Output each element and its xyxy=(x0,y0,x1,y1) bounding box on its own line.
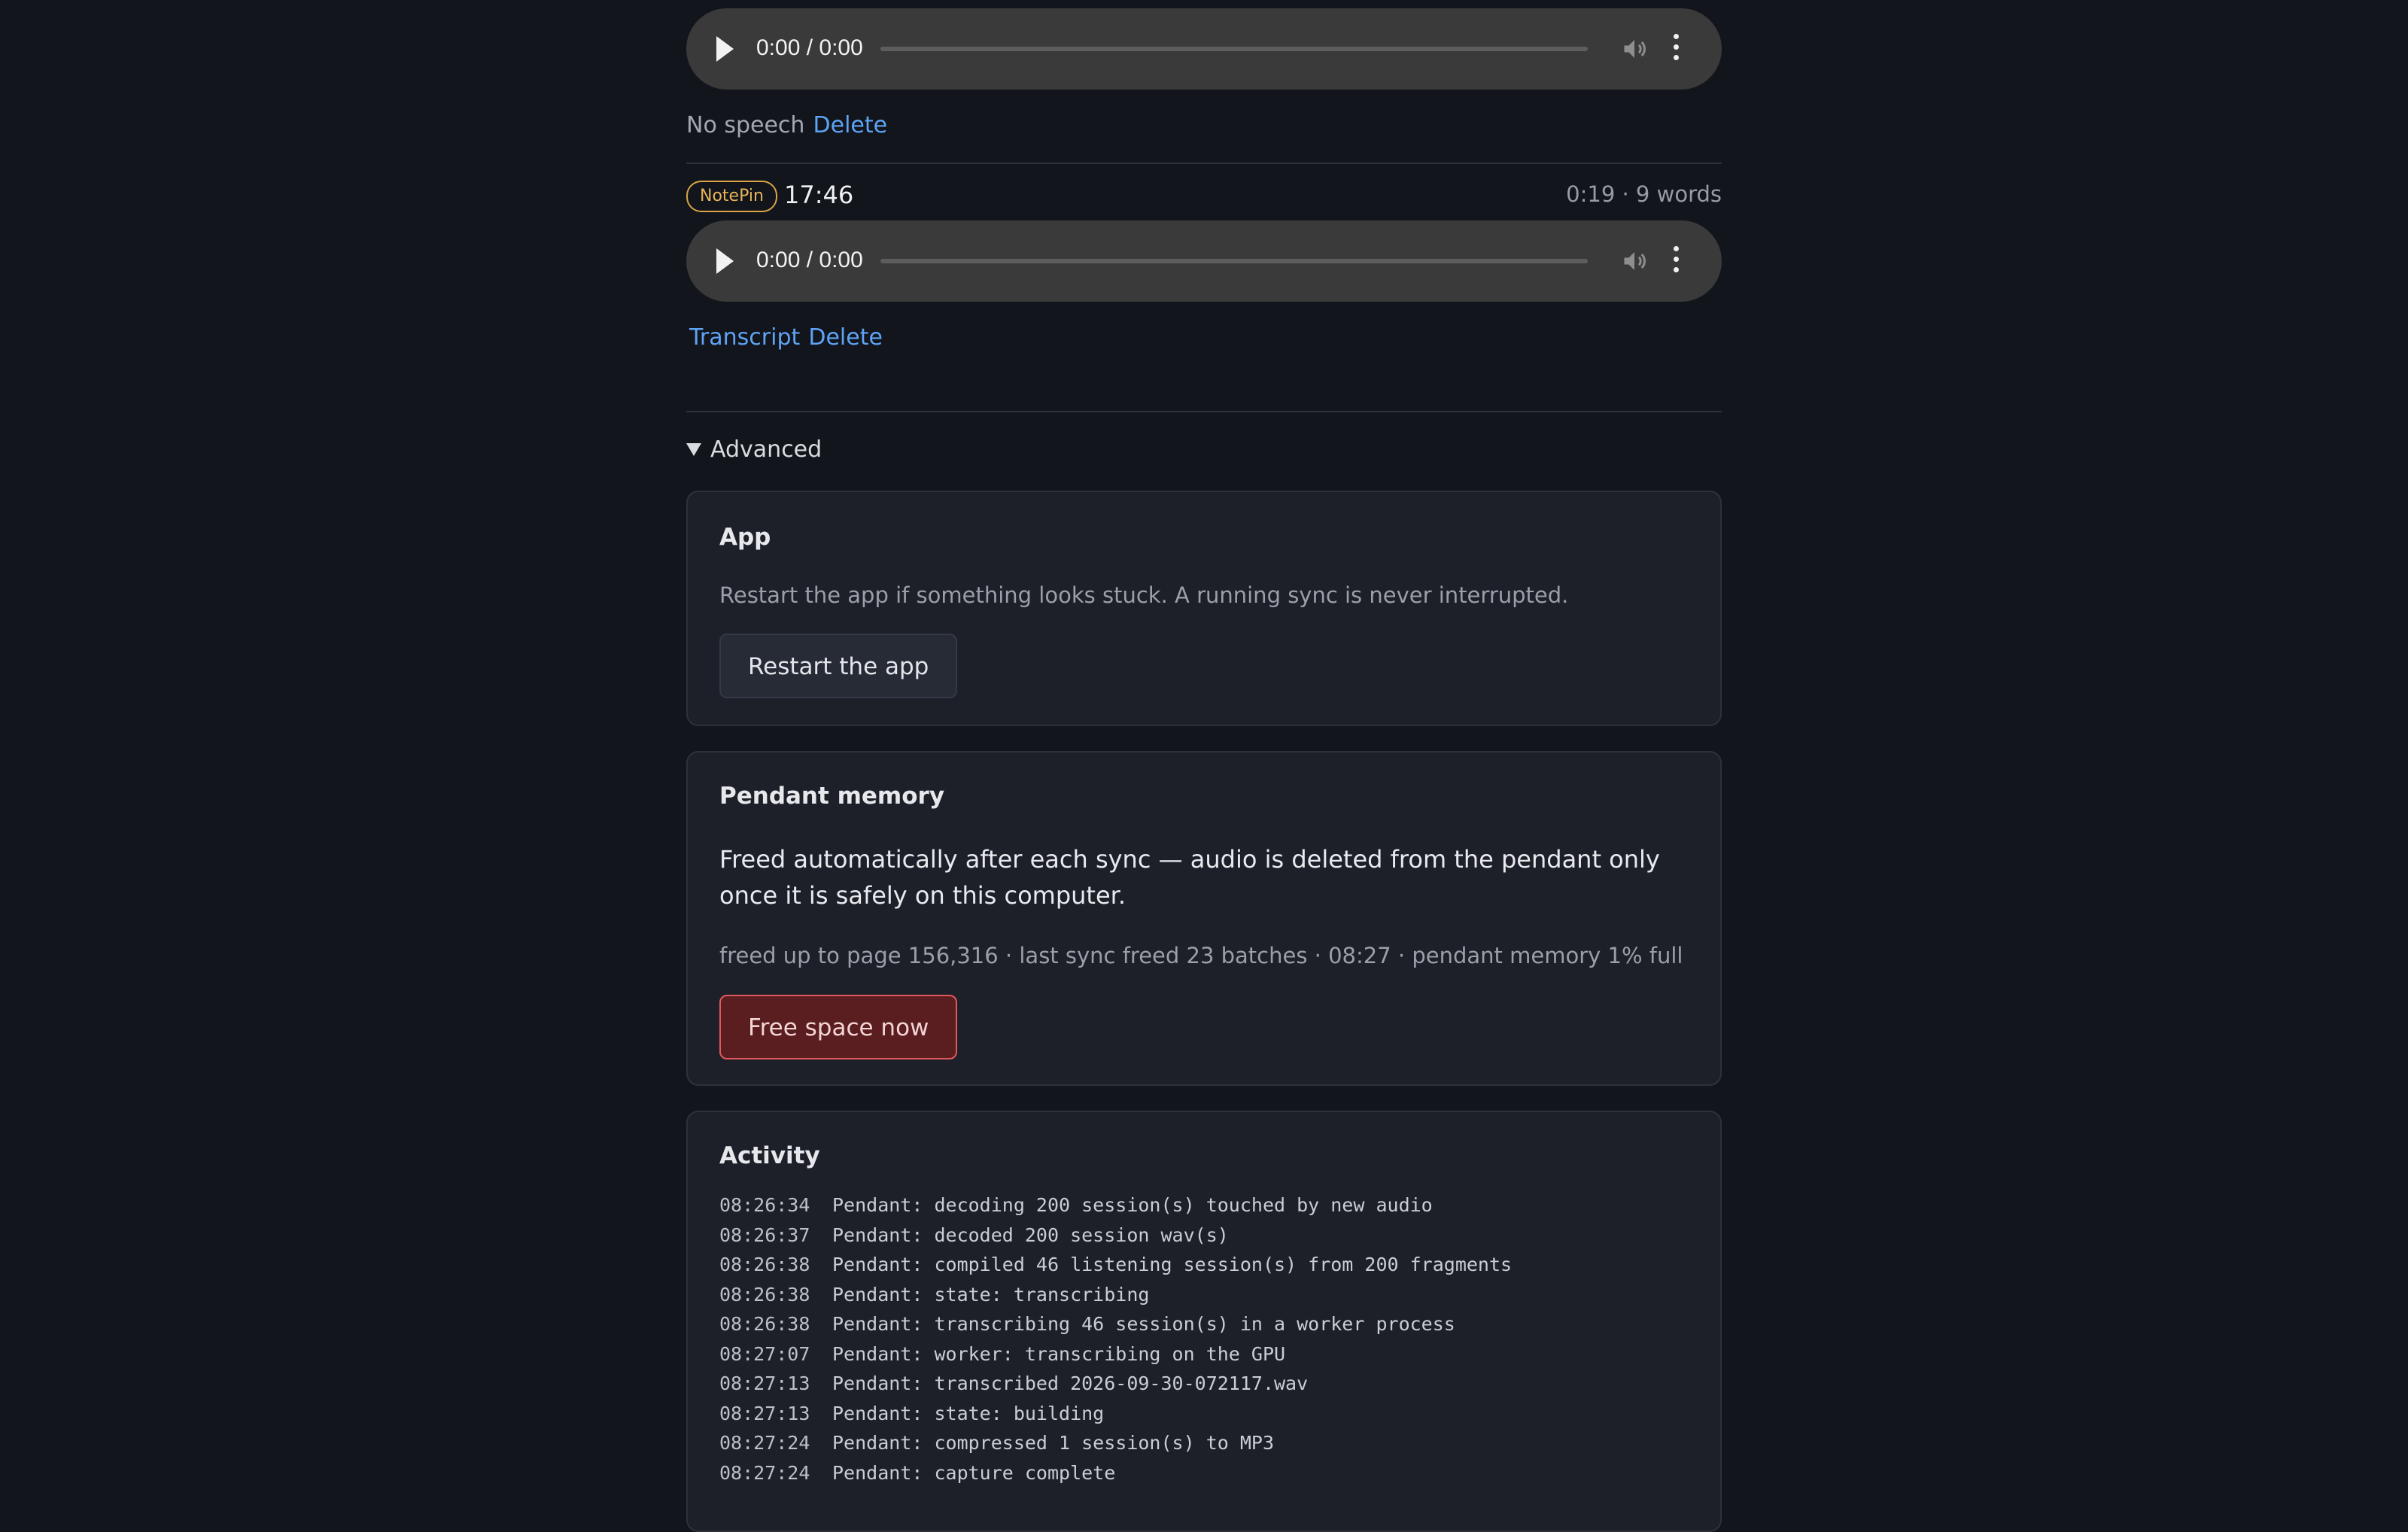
player-time: 0:00 / 0:00 xyxy=(756,35,863,60)
recording-time: 17:46 xyxy=(784,181,854,209)
pendant-memory-card: Pendant memory Freed automatically after… xyxy=(686,751,1722,1086)
log-row: 08:26:38 Pendant: compiled 46 listening s… xyxy=(719,1250,1512,1280)
activity-log: 08:26:34 Pendant: decoding 200 session(s)… xyxy=(719,1190,1512,1488)
app-card: App Restart the app if something looks s… xyxy=(686,491,1722,726)
log-time: 08:26:37 xyxy=(719,1223,810,1246)
card-title: Activity xyxy=(719,1142,820,1169)
delete-link[interactable]: Delete xyxy=(813,112,888,138)
advanced-label: Advanced xyxy=(710,436,822,463)
recording-meta: 0:19 · 9 words xyxy=(1566,181,1722,207)
log-row: 08:26:38 Pendant: state: transcribing xyxy=(719,1280,1512,1310)
memory-stats: freed up to page 156,316 · last sync fre… xyxy=(719,943,1683,968)
delete-link[interactable]: Delete xyxy=(808,324,883,351)
card-description: Restart the app if something looks stuck… xyxy=(719,582,1569,608)
audio-player[interactable]: 0:00 / 0:00 xyxy=(686,8,1722,90)
log-row: 08:27:24 Pendant: capture complete xyxy=(719,1458,1512,1488)
log-row: 08:27:13 Pendant: state: building xyxy=(719,1399,1512,1429)
card-body: Freed automatically after each sync — au… xyxy=(719,845,1660,910)
log-time: 08:27:24 xyxy=(719,1461,810,1484)
status-text: No speech xyxy=(686,112,805,138)
log-time: 08:26:38 xyxy=(719,1283,810,1306)
log-time: 08:26:38 xyxy=(719,1313,810,1335)
log-time: 08:26:34 xyxy=(719,1194,810,1216)
free-space-button[interactable]: Free space now xyxy=(719,995,958,1059)
recording-actions: No speech Delete xyxy=(686,112,887,138)
play-icon[interactable] xyxy=(716,36,734,62)
seek-bar[interactable] xyxy=(880,259,1588,263)
restart-app-button[interactable]: Restart the app xyxy=(719,634,958,698)
transcript-link[interactable]: Transcript xyxy=(689,324,800,351)
log-time: 08:26:38 xyxy=(719,1254,810,1275)
log-row: 08:26:37 Pendant: decoded 200 session wav… xyxy=(719,1220,1512,1251)
audio-player[interactable]: 0:00 / 0:00 xyxy=(686,220,1722,302)
disclosure-triangle-icon xyxy=(686,443,701,456)
volume-icon[interactable] xyxy=(1621,35,1648,62)
log-message: Pendant: transcribing 46 session(s) in a… xyxy=(832,1313,1455,1335)
log-message: Pendant: transcribed 2026-09-30-072117.w… xyxy=(832,1372,1309,1394)
log-time: 08:27:24 xyxy=(719,1432,810,1454)
advanced-toggle[interactable]: Advanced xyxy=(686,436,822,463)
divider xyxy=(686,163,1722,164)
log-message: Pendant: state: building xyxy=(832,1402,1105,1424)
activity-card: Activity 08:26:34 Pendant: decoding 200 s… xyxy=(686,1111,1722,1532)
log-time: 08:27:07 xyxy=(719,1342,810,1365)
log-message: Pendant: capture complete xyxy=(832,1461,1116,1484)
card-title: App xyxy=(719,524,771,551)
divider xyxy=(686,411,1722,412)
log-row: 08:27:13 Pendant: transcribed 2026-09-30-… xyxy=(719,1369,1512,1399)
log-row: 08:26:38 Pendant: transcribing 46 session… xyxy=(719,1309,1512,1339)
log-row: 08:26:34 Pendant: decoding 200 session(s)… xyxy=(719,1190,1512,1220)
log-message: Pendant: decoded 200 session wav(s) xyxy=(832,1223,1229,1246)
more-options-icon[interactable] xyxy=(1674,34,1680,64)
log-message: Pendant: decoding 200 session(s) touched… xyxy=(832,1194,1433,1216)
log-message: Pendant: worker: transcribing on the GPU xyxy=(832,1342,1286,1365)
log-row: 08:27:24 Pendant: compressed 1 session(s)… xyxy=(719,1428,1512,1458)
log-message: Pendant: state: transcribing xyxy=(832,1283,1150,1306)
player-time: 0:00 / 0:00 xyxy=(756,248,863,272)
log-time: 08:27:13 xyxy=(719,1372,810,1394)
log-time: 08:27:13 xyxy=(719,1402,810,1424)
source-badge: NotePin xyxy=(686,181,777,212)
play-icon[interactable] xyxy=(716,248,734,274)
log-row: 08:27:07 Pendant: worker: transcribing on… xyxy=(719,1339,1512,1369)
recording-actions: Transcript Delete xyxy=(689,324,883,351)
more-options-icon[interactable] xyxy=(1674,246,1680,276)
volume-icon[interactable] xyxy=(1621,248,1648,275)
seek-bar[interactable] xyxy=(880,47,1588,51)
card-title: Pendant memory xyxy=(719,783,945,810)
log-message: Pendant: compressed 1 session(s) to MP3 xyxy=(832,1432,1274,1454)
log-message: Pendant: compiled 46 listening session(s… xyxy=(832,1254,1513,1275)
